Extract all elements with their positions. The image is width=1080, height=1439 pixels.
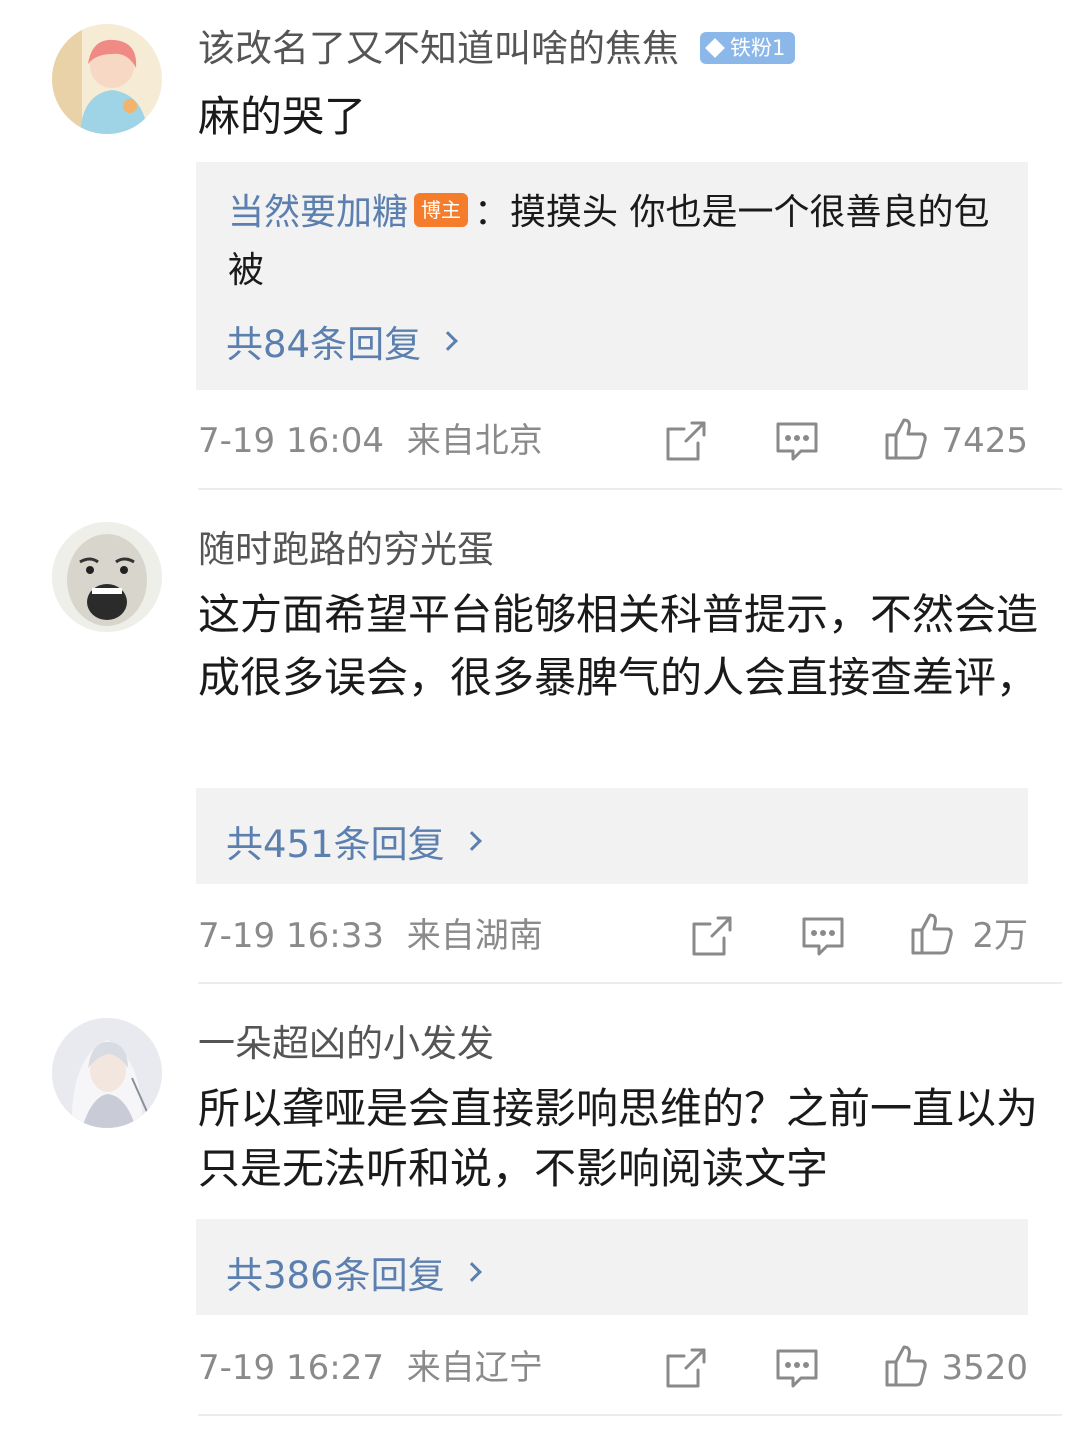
thumbs-up-icon[interactable] — [910, 912, 954, 956]
reply-count-label: 共386条回复 — [226, 1254, 445, 1297]
reply-preview: 当然要加糖 博主 ：摸摸头 你也是一个很善良的包被 — [228, 184, 998, 300]
comment-icon[interactable] — [775, 419, 819, 463]
comment-time: 7-19 16:27 — [198, 1348, 384, 1388]
comment-location: 来自辽宁 — [406, 1348, 543, 1388]
chevron-right-icon — [438, 331, 458, 351]
fan-badge: 铁粉1 — [700, 32, 796, 64]
comment-item: 随时跑路的穷光蛋 这方面希望平台能够相关科普提示，不然会造成很多误会，很多暴脾气… — [0, 490, 1080, 984]
chevron-right-icon — [461, 831, 482, 851]
reply-count-link[interactable]: 共451条回复 — [226, 814, 482, 868]
comment-location: 来自北京 — [406, 421, 543, 461]
comment-location: 来自湖南 — [406, 916, 543, 956]
like-count: 7425 — [941, 421, 1028, 461]
host-badge: 博主 — [414, 193, 469, 227]
username[interactable]: 随时跑路的穷光蛋 — [198, 527, 494, 573]
reply-count-label: 共451条回复 — [226, 823, 445, 866]
comment-text: 所以聋哑是会直接影响思维的？之前一直以为只是无法听和说，不影响阅读文字 — [198, 1084, 1039, 1193]
comment-time: 7-19 16:33 — [198, 916, 384, 956]
reply-preview-box[interactable]: 共451条回复 — [196, 788, 1028, 884]
avatar[interactable] — [52, 522, 162, 632]
like-count: 3520 — [941, 1348, 1028, 1388]
comment-icon[interactable] — [801, 914, 845, 958]
thumbs-up-icon[interactable] — [884, 1344, 928, 1388]
reply-preview-box[interactable]: 共386条回复 — [196, 1219, 1028, 1315]
comment-time: 7-19 16:04 — [198, 421, 384, 461]
comment-item: 该改名了又不知道叫啥的焦焦 铁粉1 麻的哭了 当然要加糖 博主 ：摸摸头 你也是一个… — [0, 0, 1080, 490]
like-count: 2万 — [972, 916, 1028, 956]
share-icon[interactable] — [664, 419, 708, 463]
reply-author[interactable]: 当然要加糖 — [228, 192, 408, 233]
comment-text: 这方面希望平台能够相关科普提示，不然会造成很多误会，很多暴脾气的人会直接查差评， — [198, 590, 1039, 702]
reply-count-link[interactable]: 共386条回复 — [226, 1245, 482, 1299]
comment-item: 一朵超凶的小发发 所以聋哑是会直接影响思维的？之前一直以为只是无法听和说，不影响… — [0, 984, 1080, 1439]
comment-text: 麻的哭了 — [198, 92, 367, 141]
divider — [198, 1414, 1062, 1416]
avatar[interactable] — [52, 24, 162, 134]
share-icon[interactable] — [690, 914, 734, 958]
share-icon[interactable] — [664, 1346, 708, 1390]
reply-preview-box[interactable]: 当然要加糖 博主 ：摸摸头 你也是一个很善良的包被 共84条回复 — [196, 162, 1028, 390]
chevron-right-icon — [461, 1262, 482, 1282]
avatar[interactable] — [52, 1018, 162, 1128]
comment-meta: 7-19 16:04 来自北京 — [198, 419, 543, 463]
comment-meta: 7-19 16:27 来自辽宁 — [198, 1346, 543, 1390]
comment-meta: 7-19 16:33 来自湖南 — [198, 914, 543, 958]
comment-icon[interactable] — [775, 1346, 819, 1390]
diamond-icon — [705, 38, 725, 58]
username[interactable]: 该改名了又不知道叫啥的焦焦 — [198, 26, 679, 72]
thumbs-up-icon[interactable] — [884, 417, 928, 461]
reply-count-link[interactable]: 共84条回复 — [226, 314, 458, 368]
fan-badge-label: 铁粉1 — [730, 36, 786, 60]
username[interactable]: 一朵超凶的小发发 — [198, 1021, 494, 1067]
reply-count-label: 共84条回复 — [226, 323, 422, 366]
